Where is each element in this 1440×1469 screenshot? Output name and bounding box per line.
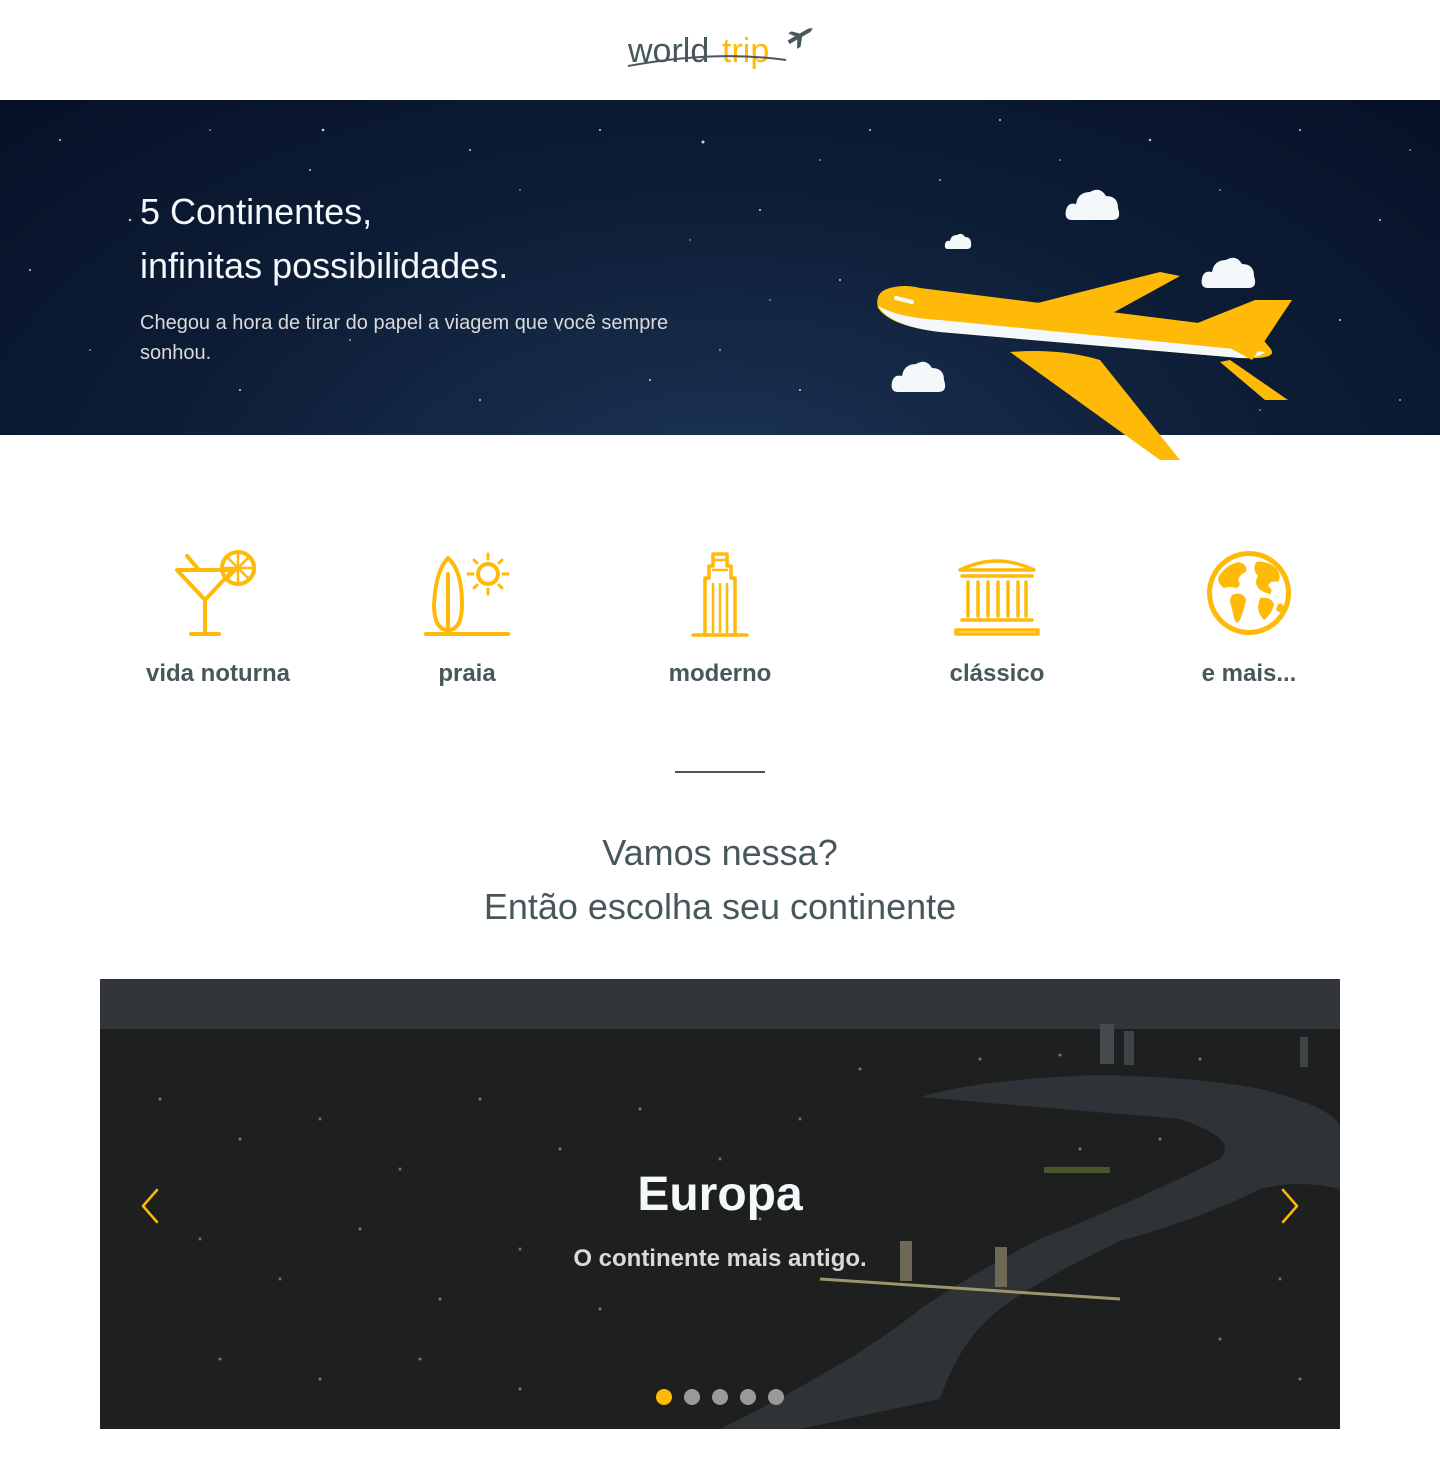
section-divider (675, 771, 765, 773)
skyscraper-icon (691, 552, 749, 637)
travel-type-label: praia (438, 660, 496, 687)
museum-icon (954, 559, 1040, 636)
banner-title: 5 Continentes, infinitas possibilidades. (140, 191, 509, 286)
cta-line-1: Vamos nessa? (602, 832, 838, 873)
worldtrip-logo[interactable]: world trip (626, 22, 816, 78)
airplane-illustration (877, 272, 1292, 460)
continent-carousel[interactable]: Europa O continente mais antigo. (100, 979, 1340, 1429)
travel-type-label: clássico (949, 660, 1045, 687)
surfboard-sun-icon (424, 552, 510, 636)
travel-type-classic[interactable]: clássico (887, 540, 1107, 700)
carousel-pagination (100, 1389, 1340, 1405)
cta-line-2: Então escolha seu continente (483, 886, 957, 927)
banner-subtitle: Chegou a hora de tirar do papel a viagem… (140, 312, 669, 364)
pagination-dot[interactable] (712, 1389, 728, 1405)
header: world trip (0, 0, 1440, 100)
travel-type-label: vida noturna (145, 660, 290, 687)
travel-type-nightlife[interactable]: vida noturna (108, 540, 328, 700)
chevron-left-icon[interactable] (135, 1184, 165, 1228)
hero-banner: 5 Continentes, infinitas possibilidades.… (0, 100, 1440, 460)
travel-type-label: moderno (668, 660, 772, 687)
chevron-right-icon[interactable] (1275, 1184, 1305, 1228)
travel-type-more[interactable]: e mais... (1139, 540, 1359, 700)
logo-text-trip: trip (722, 32, 769, 70)
cta-heading: Vamos nessa? Então escolha seu continent… (0, 826, 1440, 934)
globe-icon (1207, 551, 1291, 635)
pagination-dot[interactable] (656, 1389, 672, 1405)
travel-types: vida noturna praia moderno clássico e ma… (0, 540, 1440, 700)
travel-type-label: e mais... (1201, 660, 1297, 687)
pagination-dot[interactable] (740, 1389, 756, 1405)
slide-title[interactable]: Europa (100, 1167, 1340, 1222)
slide-subtitle: O continente mais antigo. (573, 1245, 867, 1272)
cocktail-icon (175, 550, 256, 636)
pagination-dot[interactable] (684, 1389, 700, 1405)
travel-type-modern[interactable]: moderno (610, 540, 830, 700)
airplane-icon (787, 28, 813, 49)
travel-type-beach[interactable]: praia (357, 540, 577, 700)
pagination-dot[interactable] (768, 1389, 784, 1405)
